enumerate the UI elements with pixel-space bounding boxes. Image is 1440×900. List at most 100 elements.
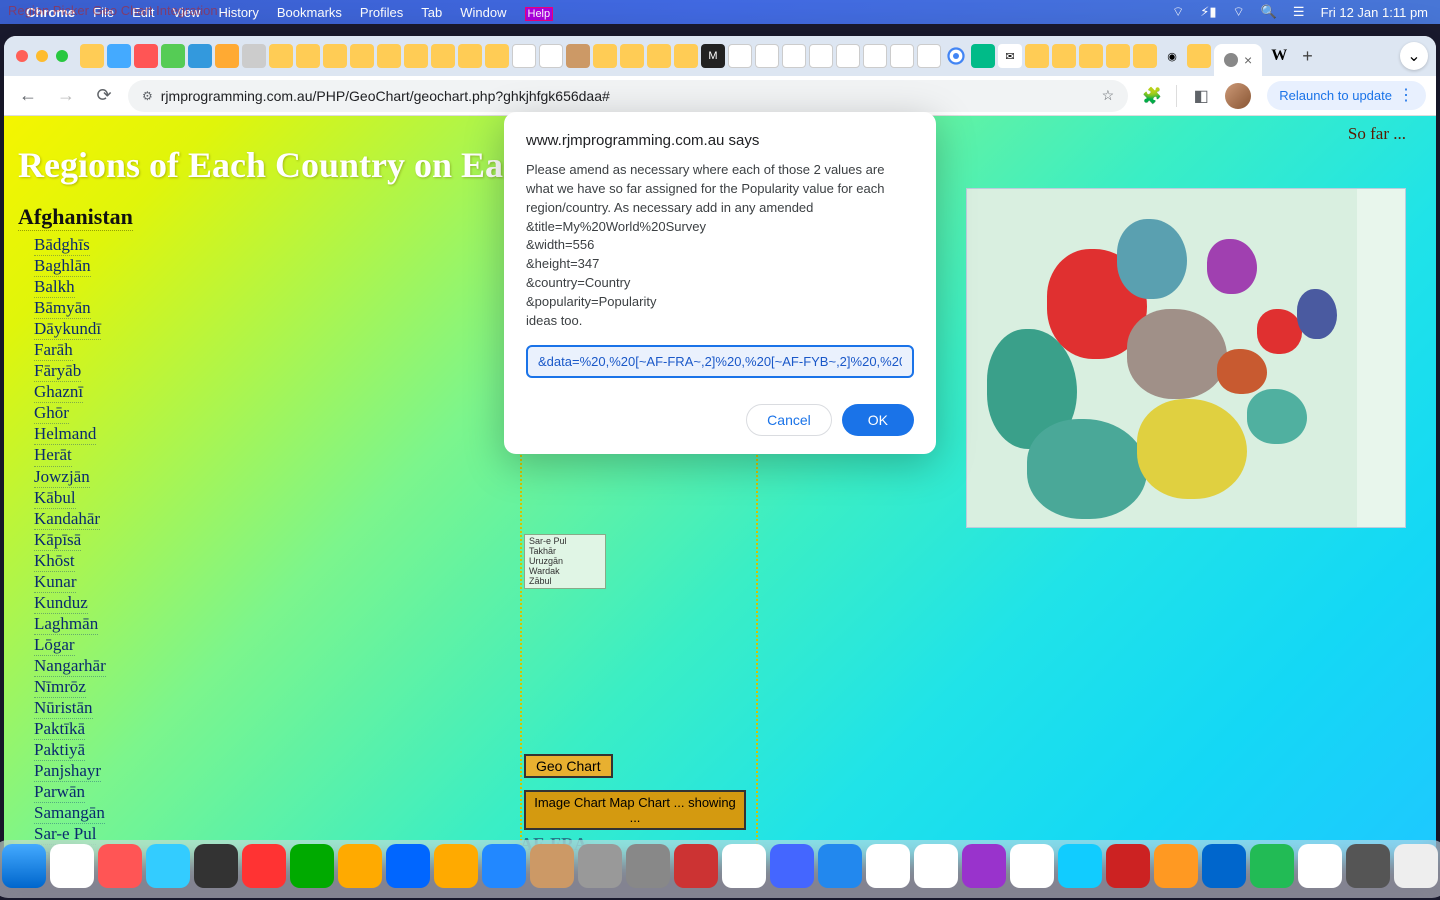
dock-app[interactable] — [1106, 844, 1150, 888]
tab-icon[interactable] — [836, 44, 860, 68]
region-link[interactable]: Fāryāb — [34, 361, 81, 382]
tab-icon[interactable] — [242, 44, 266, 68]
tab-icon[interactable]: ◉ — [1160, 44, 1184, 68]
new-tab-button[interactable]: + — [1296, 46, 1319, 67]
tab-icon[interactable] — [971, 44, 995, 68]
dock-app[interactable] — [1250, 844, 1294, 888]
tab-icon[interactable] — [890, 44, 914, 68]
map-region[interactable] — [1207, 239, 1257, 294]
map-region[interactable] — [1137, 399, 1247, 499]
cancel-button[interactable]: Cancel — [746, 404, 832, 436]
wifi-icon[interactable]: ⌔ — [1233, 4, 1245, 20]
region-link[interactable]: Ghaznī — [34, 382, 83, 403]
map-region[interactable] — [1117, 219, 1187, 299]
region-link[interactable]: Farāh — [34, 340, 73, 361]
wikipedia-tab[interactable]: W — [1265, 42, 1293, 70]
tab-icon[interactable] — [269, 44, 293, 68]
region-link[interactable]: Parwān — [34, 782, 85, 803]
tab-icon[interactable] — [863, 44, 887, 68]
menu-view[interactable]: View — [172, 5, 200, 20]
reload-button[interactable]: ⟳ — [90, 82, 118, 110]
dock-app[interactable] — [1346, 844, 1390, 888]
tabs-dropdown[interactable]: ⌄ — [1400, 42, 1428, 70]
region-link[interactable]: Khōst — [34, 551, 75, 572]
tab-icon[interactable] — [431, 44, 455, 68]
dock-app[interactable] — [866, 844, 910, 888]
region-link[interactable]: Kāpīsā — [34, 530, 81, 551]
tab-icon[interactable] — [674, 44, 698, 68]
tab-icon[interactable] — [107, 44, 131, 68]
active-tab[interactable]: × — [1214, 44, 1262, 76]
tab-icon[interactable] — [917, 44, 941, 68]
dock-app[interactable] — [50, 844, 94, 888]
region-link[interactable]: Panjshayr — [34, 761, 101, 782]
extensions-icon[interactable]: 🧩 — [1138, 82, 1166, 110]
map-region[interactable] — [1247, 389, 1307, 444]
region-link[interactable]: Jowzjān — [34, 467, 90, 488]
image-chart-button[interactable]: Image Chart Map Chart ... showing ... — [524, 790, 746, 830]
dock-app[interactable] — [578, 844, 622, 888]
tab-icon[interactable] — [539, 44, 563, 68]
window-maximize[interactable] — [56, 50, 68, 62]
map-region[interactable] — [1127, 309, 1227, 399]
dock-app[interactable] — [1202, 844, 1246, 888]
region-link[interactable]: Nīmrōz — [34, 677, 86, 698]
back-button[interactable]: ← — [14, 82, 42, 110]
region-link[interactable]: Herāt — [34, 445, 72, 466]
tab-close-icon[interactable]: × — [1244, 52, 1252, 68]
tab-icon[interactable] — [512, 44, 536, 68]
address-bar[interactable]: ⚙ rjmprogramming.com.au/PHP/GeoChart/geo… — [128, 80, 1128, 112]
dock-app[interactable] — [146, 844, 190, 888]
relaunch-button[interactable]: Relaunch to update ⋮ — [1267, 81, 1426, 110]
dock-trash[interactable] — [1394, 844, 1438, 888]
region-link[interactable]: Paktiyā — [34, 740, 85, 761]
tab-icon[interactable]: M — [701, 44, 725, 68]
forward-button[interactable]: → — [52, 82, 80, 110]
map-region[interactable] — [1297, 289, 1337, 339]
tab-icon[interactable] — [350, 44, 374, 68]
window-minimize[interactable] — [36, 50, 48, 62]
tab-icon[interactable] — [1187, 44, 1211, 68]
tab-icon[interactable] — [566, 44, 590, 68]
tab-icon[interactable] — [377, 44, 401, 68]
tab-icon[interactable] — [809, 44, 833, 68]
menu-window[interactable]: Window — [460, 5, 506, 20]
tab-icon[interactable] — [80, 44, 104, 68]
dock-app[interactable] — [338, 844, 382, 888]
map-region[interactable] — [1217, 349, 1267, 394]
dock-calendar[interactable] — [914, 844, 958, 888]
region-link[interactable]: Paktīkā — [34, 719, 85, 740]
menu-profiles[interactable]: Profiles — [360, 5, 403, 20]
tab-icon[interactable] — [944, 44, 968, 68]
dock-podcasts[interactable] — [962, 844, 1006, 888]
tab-icon[interactable] — [1133, 44, 1157, 68]
dock-appstore[interactable] — [818, 844, 862, 888]
tab-icon[interactable] — [755, 44, 779, 68]
dock-app[interactable] — [1154, 844, 1198, 888]
region-link[interactable]: Kābul — [34, 488, 76, 509]
tab-icon[interactable] — [1052, 44, 1076, 68]
dock-app[interactable] — [194, 844, 238, 888]
tab-icon[interactable] — [647, 44, 671, 68]
tab-icon[interactable] — [323, 44, 347, 68]
region-link[interactable]: Lōgar — [34, 635, 75, 656]
dock-app[interactable] — [386, 844, 430, 888]
region-link[interactable]: Kandahār — [34, 509, 100, 530]
region-link[interactable]: Kunduz — [34, 593, 88, 614]
tab-icon[interactable] — [485, 44, 509, 68]
region-link[interactable]: Dāykundī — [34, 319, 101, 340]
menu-file[interactable]: File — [93, 5, 114, 20]
dock-app[interactable] — [722, 844, 766, 888]
tab-icon[interactable] — [1079, 44, 1103, 68]
dock-app[interactable] — [242, 844, 286, 888]
tab-icon[interactable] — [458, 44, 482, 68]
region-link[interactable]: Ghōr — [34, 403, 69, 424]
tab-icon[interactable] — [782, 44, 806, 68]
menu-help[interactable]: Help — [525, 5, 554, 20]
geo-chart-button[interactable]: Geo Chart — [524, 754, 613, 778]
tab-icon[interactable] — [1025, 44, 1049, 68]
tab-icon[interactable] — [188, 44, 212, 68]
tab-icon[interactable] — [620, 44, 644, 68]
map-region[interactable] — [1257, 309, 1302, 354]
region-link[interactable]: Helmand — [34, 424, 96, 445]
